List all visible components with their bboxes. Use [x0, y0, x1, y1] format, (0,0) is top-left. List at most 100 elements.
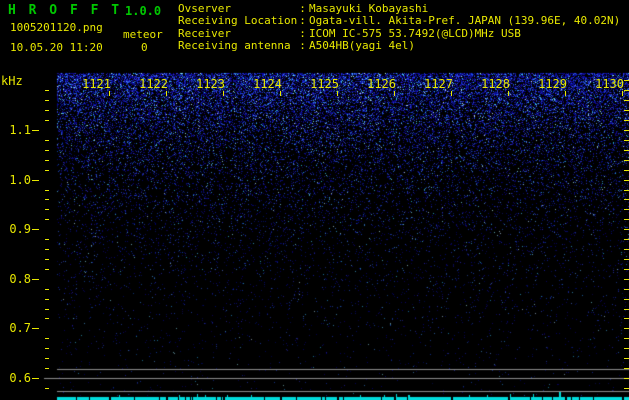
- x-axis-minute-tick: [508, 91, 509, 96]
- y-axis-minor-tick: [45, 90, 49, 91]
- x-axis-minute-tick: [451, 91, 452, 96]
- y-axis-minor-tick: [45, 239, 49, 240]
- x-axis-time-label: 1122: [139, 77, 168, 91]
- y-axis-right-tick: [624, 239, 629, 240]
- y-axis-label: 1.0: [9, 173, 31, 187]
- y-axis-minor-tick: [45, 100, 49, 101]
- y-axis-right-tick: [624, 80, 629, 81]
- x-axis-time-label: 1121: [82, 77, 111, 91]
- info-label: Receiving Location: [178, 14, 298, 28]
- y-axis-right-tick: [624, 170, 629, 171]
- meteor-count-label: meteor: [123, 28, 163, 41]
- x-axis-minute-tick: [337, 91, 338, 96]
- y-axis-major-tick: [32, 130, 39, 131]
- y-axis-minor-tick: [45, 110, 49, 111]
- y-axis-right-tick: [624, 368, 629, 369]
- y-axis-right-tick: [624, 388, 629, 389]
- output-filename: 1005201120.png: [10, 21, 103, 34]
- y-axis-minor-tick: [45, 160, 49, 161]
- y-axis-right-tick: [624, 289, 629, 290]
- y-axis-right-tick: [624, 358, 629, 359]
- y-axis-label: 0.6: [9, 371, 31, 385]
- y-axis-minor-tick: [45, 338, 49, 339]
- y-axis-right-tick: [624, 299, 629, 300]
- y-axis-major-tick: [32, 180, 39, 181]
- y-axis-unit-label: kHz: [1, 74, 23, 88]
- y-axis-minor-tick: [45, 348, 49, 349]
- y-axis-right-tick: [624, 338, 629, 339]
- info-row-location: Receiving Location: Ogata-vill. Akita-Pre…: [178, 14, 621, 28]
- y-axis-minor-tick: [45, 219, 49, 220]
- y-axis-right-tick: [624, 190, 629, 191]
- y-axis-right-tick: [624, 259, 629, 260]
- x-axis-time-label: 1128: [481, 77, 510, 91]
- y-axis-right-tick: [624, 209, 629, 210]
- y-axis-right-tick: [624, 140, 629, 141]
- info-colon: :: [299, 14, 306, 28]
- y-axis-right-tick: [624, 110, 629, 111]
- x-axis-minute-tick: [280, 91, 281, 96]
- info-row-antenna: Receiving antenna: A504HB(yagi 4el): [178, 39, 620, 53]
- meteor-count-value: 0: [141, 41, 148, 54]
- y-axis-right-tick: [624, 328, 629, 329]
- y-axis-right-tick: [624, 219, 629, 220]
- y-axis-right-tick: [624, 249, 629, 250]
- y-axis-right-tick: [624, 229, 629, 230]
- y-axis-minor-tick: [45, 259, 49, 260]
- y-axis-right-tick: [624, 160, 629, 161]
- x-axis-time-label: 1124: [253, 77, 282, 91]
- y-axis-right-tick: [624, 130, 629, 131]
- y-axis-minor-tick: [45, 368, 49, 369]
- info-value: Ogata-vill. Akita-Pref. JAPAN (139.96E, …: [309, 14, 621, 28]
- y-axis-minor-tick: [45, 190, 49, 191]
- y-axis-minor-tick: [45, 150, 49, 151]
- y-axis-label: 0.8: [9, 272, 31, 286]
- y-axis-right-tick: [624, 378, 629, 379]
- y-axis-right-tick: [624, 279, 629, 280]
- observation-datetime: 10.05.20 11:20: [10, 41, 103, 54]
- y-axis-minor-tick: [45, 120, 49, 121]
- y-axis-minor-tick: [45, 358, 49, 359]
- x-axis-time-label: 1130: [595, 77, 624, 91]
- y-axis-major-tick: [32, 229, 39, 230]
- info-value: A504HB(yagi 4el): [309, 39, 415, 53]
- y-axis-minor-tick: [45, 289, 49, 290]
- spectrogram-canvas: [0, 0, 629, 400]
- y-axis-right-tick: [624, 318, 629, 319]
- x-axis-time-label: 1123: [196, 77, 225, 91]
- y-axis-minor-tick: [45, 209, 49, 210]
- y-axis-minor-tick: [45, 388, 49, 389]
- x-axis-minute-tick: [622, 91, 623, 96]
- app-title: H R O F F T: [8, 3, 122, 18]
- y-axis-minor-tick: [45, 309, 49, 310]
- y-axis-minor-tick: [45, 269, 49, 270]
- hrofft-screenshot: H R O F F T 1.0.0 1005201120.png meteor …: [0, 0, 629, 400]
- info-label: Receiving antenna: [178, 39, 291, 53]
- y-axis-right-tick: [624, 269, 629, 270]
- x-axis-minute-tick: [394, 91, 395, 96]
- y-axis-label: 0.9: [9, 222, 31, 236]
- y-axis-right-tick: [624, 90, 629, 91]
- x-axis-minute-tick: [223, 91, 224, 96]
- station-info-block: Ovserver: Masayuki Kobayashi Receiving Lo…: [178, 2, 621, 53]
- y-axis-minor-tick: [45, 199, 49, 200]
- y-axis-minor-tick: [45, 140, 49, 141]
- y-axis-major-tick: [32, 328, 39, 329]
- y-axis-right-tick: [624, 150, 629, 151]
- y-axis-label: 1.1: [9, 123, 31, 137]
- y-axis-right-tick: [624, 120, 629, 121]
- y-axis-minor-tick: [45, 249, 49, 250]
- x-axis-minute-tick: [565, 91, 566, 96]
- y-axis-minor-tick: [45, 299, 49, 300]
- y-axis-right-tick: [624, 348, 629, 349]
- y-axis-major-tick: [32, 378, 39, 379]
- x-axis-minute-tick: [166, 91, 167, 96]
- y-axis-label: 0.7: [9, 321, 31, 335]
- y-axis-right-tick: [624, 180, 629, 181]
- x-axis-time-label: 1125: [310, 77, 339, 91]
- y-axis-minor-tick: [45, 170, 49, 171]
- x-axis-minute-tick: [109, 91, 110, 96]
- x-axis-time-label: 1126: [367, 77, 396, 91]
- y-axis-minor-tick: [45, 318, 49, 319]
- info-colon: :: [299, 39, 306, 53]
